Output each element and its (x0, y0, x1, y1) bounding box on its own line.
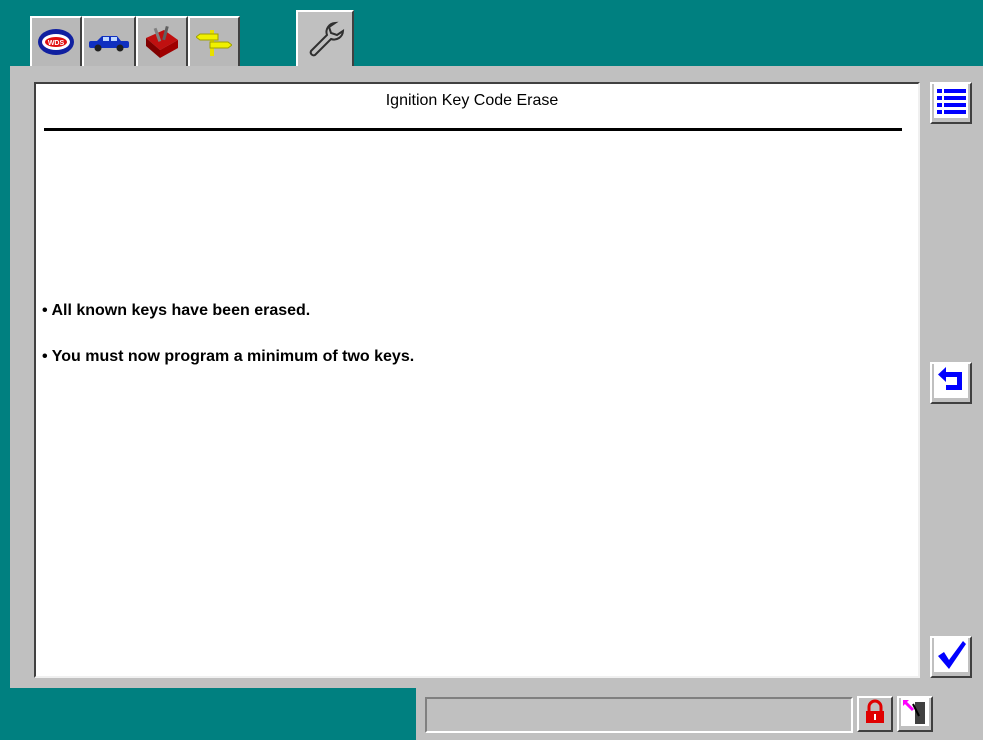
connector-button[interactable] (897, 696, 933, 732)
padlock-icon (862, 699, 888, 730)
connector-icon (901, 697, 929, 731)
confirm-button[interactable] (930, 636, 972, 678)
tab-toolbox[interactable] (136, 16, 188, 66)
return-icon (934, 363, 968, 403)
tab-vehicle[interactable] (82, 16, 136, 66)
title-divider (44, 128, 902, 131)
checkmark-icon (934, 637, 968, 677)
message-line: • All known keys have been erased. (42, 302, 311, 319)
lock-button[interactable] (857, 696, 893, 732)
tab-wrench[interactable] (296, 10, 354, 66)
vehicle-icon (87, 31, 131, 53)
content-frame: Ignition Key Code Erase • All known keys… (10, 66, 983, 688)
list-icon (934, 83, 968, 123)
svg-text:WDS: WDS (48, 40, 65, 47)
return-button[interactable] (930, 362, 972, 404)
status-bar (0, 688, 983, 740)
wds-logo-icon: WDS (36, 27, 76, 57)
page-title: Ignition Key Code Erase (385, 92, 559, 109)
message-panel: Ignition Key Code Erase • All known keys… (34, 82, 920, 678)
tab-wds[interactable]: WDS (30, 16, 82, 66)
message-line: • You must now program a minimum of two … (42, 348, 415, 365)
wrench-icon (305, 19, 345, 59)
toolbar-tabs: WDS (0, 0, 983, 66)
signpost-icon (196, 26, 232, 58)
tab-signpost[interactable] (188, 16, 240, 66)
toolbox-icon (142, 24, 182, 60)
list-button[interactable] (930, 82, 972, 124)
status-field (425, 697, 853, 733)
